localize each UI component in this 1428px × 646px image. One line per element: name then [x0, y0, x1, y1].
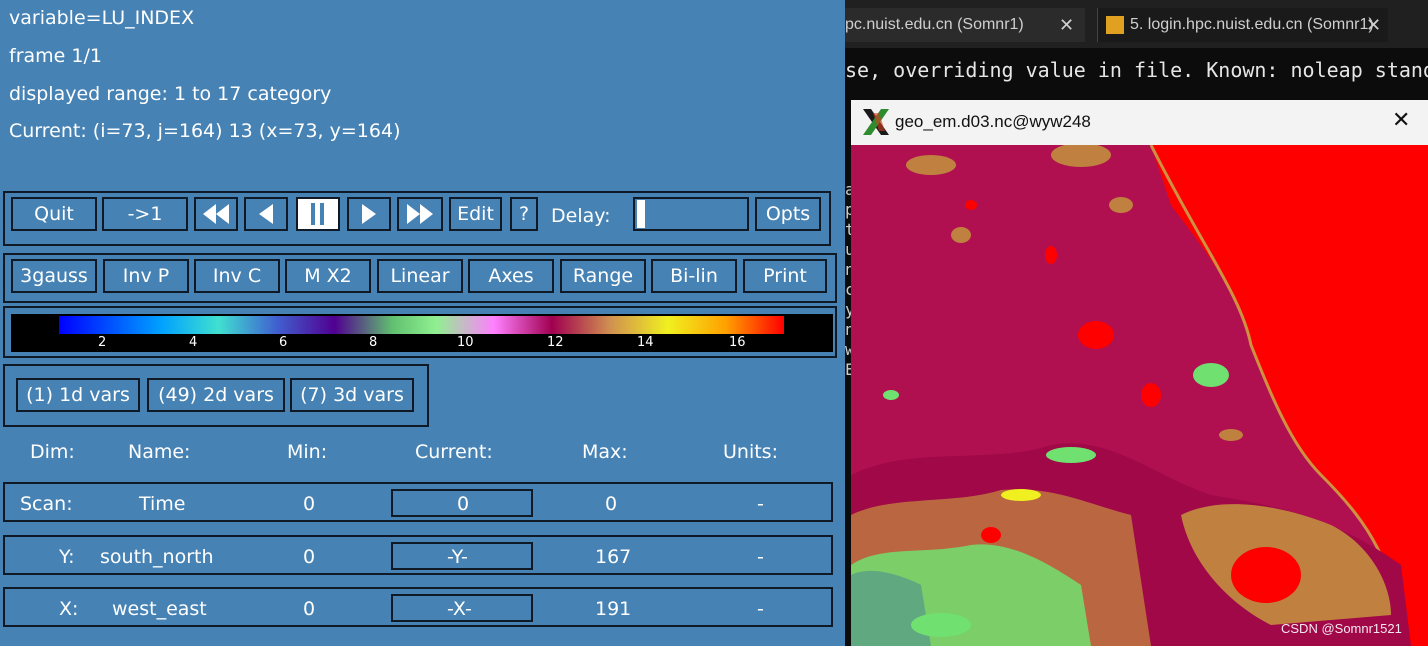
rewind-button[interactable] [194, 197, 238, 231]
dim-cell: Y: [59, 546, 75, 568]
fast-forward-icon [407, 204, 433, 224]
x11-icon [863, 109, 889, 135]
options-panel: 3gauss Inv P Inv C M X2 Linear Axes Rang… [3, 253, 837, 303]
pause-button[interactable] [296, 197, 340, 231]
current-value: -X- [447, 598, 472, 620]
colorbar-tick: 14 [637, 335, 654, 350]
max-cell: 167 [595, 546, 632, 568]
current-cell[interactable]: -X- [391, 594, 533, 622]
inv-c-button[interactable]: Inv C [194, 259, 280, 293]
delay-label: Delay: [551, 205, 611, 227]
min-cell: 0 [303, 598, 316, 620]
terminal-output: se, overriding value in file. Known: nol… [845, 58, 1428, 82]
tab-bar: pc.nuist.edu.cn (Somnr1) ✕ 5. login.hpc.… [845, 0, 1428, 48]
range-button[interactable]: Range [560, 259, 646, 293]
opts-button[interactable]: Opts [755, 197, 821, 231]
current-value: 0 [457, 493, 470, 515]
table-row: X: west_east 0 -X- 191 - [3, 587, 833, 627]
colorbar-panel: 2 4 6 8 10 12 14 16 [3, 306, 837, 358]
range-label: displayed range: 1 to 17 category [9, 83, 332, 105]
current-header: Current: [415, 441, 493, 463]
inv-p-button[interactable]: Inv P [103, 259, 189, 293]
1d-vars-button[interactable]: (1) 1d vars [16, 378, 140, 412]
step-forward-icon [362, 204, 376, 224]
print-button[interactable]: Print [743, 259, 827, 293]
units-cell: - [757, 493, 764, 515]
3gauss-button[interactable]: 3gauss [11, 259, 97, 293]
max-header: Max: [582, 441, 628, 463]
title-bar: geo_em.d03.nc@wyw248 ✕ [851, 100, 1428, 145]
units-header: Units: [723, 441, 778, 463]
edit-button[interactable]: Edit [449, 197, 502, 231]
tab-session-4[interactable]: pc.nuist.edu.cn (Somnr1) ✕ [845, 8, 1085, 42]
close-tab-icon[interactable]: ✕ [1059, 15, 1074, 36]
window-title: geo_em.d03.nc@wyw248 [895, 112, 1091, 131]
colorbar-tick: 10 [457, 335, 474, 350]
colorbar-tick: 8 [369, 335, 378, 350]
step-back-button[interactable] [244, 197, 288, 231]
name-header: Name: [128, 441, 191, 463]
dim-cell: Scan: [20, 493, 73, 515]
table-row: Y: south_north 0 -Y- 167 - [3, 535, 833, 575]
step-back-icon [259, 204, 273, 224]
pause-icon [311, 203, 324, 225]
close-tab-icon[interactable]: ✕ [1366, 15, 1381, 36]
min-header: Min: [287, 441, 328, 463]
3d-vars-button[interactable]: (7) 3d vars [290, 378, 414, 412]
colorbar-tick: 4 [189, 335, 198, 350]
rewind-icon [203, 204, 229, 224]
map-window: geo_em.d03.nc@wyw248 ✕ CSDN @Somnr1521 [851, 100, 1428, 646]
bilin-button[interactable]: Bi-lin [651, 259, 737, 293]
fast-forward-button[interactable] [397, 197, 443, 231]
min-cell: 0 [303, 493, 316, 515]
colorbar-tick: 12 [547, 335, 564, 350]
name-cell[interactable]: west_east [112, 598, 207, 620]
delay-slider[interactable] [633, 197, 749, 231]
name-cell[interactable]: Time [139, 493, 186, 515]
name-cell[interactable]: south_north [100, 546, 214, 568]
land-use-map[interactable]: CSDN @Somnr1521 [851, 145, 1428, 646]
current-label: Current: (i=73, j=164) 13 (x=73, y=164) [9, 120, 401, 142]
var-panel: (1) 1d vars (49) 2d vars (7) 3d vars [3, 364, 429, 427]
mag-button[interactable]: M X2 [285, 259, 371, 293]
close-icon[interactable]: ✕ [1392, 108, 1410, 133]
help-button[interactable]: ? [510, 197, 538, 231]
max-cell: 0 [605, 493, 618, 515]
dim-header: Dim: [30, 441, 75, 463]
watermark: CSDN @Somnr1521 [1281, 621, 1402, 636]
map-canvas [851, 145, 1428, 646]
variable-label: variable=LU_INDEX [9, 7, 195, 29]
colorbar-gradient [59, 316, 784, 334]
units-cell: - [757, 546, 764, 568]
axes-button[interactable]: Axes [468, 259, 554, 293]
current-value: -Y- [447, 546, 468, 568]
current-cell[interactable]: 0 [391, 489, 533, 517]
table-row: Scan: Time 0 0 0 - [3, 482, 833, 522]
current-cell[interactable]: -Y- [391, 542, 533, 570]
dim-cell: X: [59, 598, 79, 620]
control-panel: Quit ->1 Edit ? Delay: Opts [3, 191, 831, 246]
colorbar: 2 4 6 8 10 12 14 16 [11, 314, 833, 352]
key-icon [1106, 16, 1124, 34]
min-cell: 0 [303, 546, 316, 568]
tab-label: pc.nuist.edu.cn (Somnr1) [845, 16, 1024, 33]
2d-vars-button[interactable]: (49) 2d vars [147, 378, 285, 412]
ncview-window: variable=LU_INDEX frame 1/1 displayed ra… [0, 0, 845, 646]
max-cell: 191 [595, 598, 632, 620]
linear-button[interactable]: Linear [377, 259, 463, 293]
tab-label: 5. login.hpc.nuist.edu.cn (Somnr1) [1130, 16, 1374, 33]
colorbar-tick: 16 [729, 335, 746, 350]
units-cell: - [757, 598, 764, 620]
frame-label: frame 1/1 [9, 45, 102, 67]
tab-session-5[interactable]: 5. login.hpc.nuist.edu.cn (Somnr1) ✕ [1097, 8, 1388, 42]
delay-slider-thumb[interactable] [637, 200, 645, 228]
colorbar-tick: 6 [279, 335, 288, 350]
quit-button[interactable]: Quit [11, 197, 97, 231]
first-frame-button[interactable]: ->1 [102, 197, 188, 231]
colorbar-tick: 2 [98, 335, 107, 350]
step-forward-button[interactable] [347, 197, 391, 231]
